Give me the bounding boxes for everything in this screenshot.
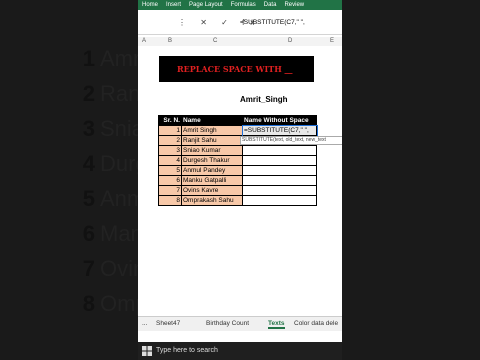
table-cell[interactable]: Ovins Kavre bbox=[181, 185, 243, 196]
ribbon-tab[interactable]: Home bbox=[138, 0, 162, 10]
bg-row-number: 3 bbox=[82, 116, 95, 141]
sheet-tab[interactable]: Color data dele bbox=[294, 320, 338, 327]
taskbar: Type here to search bbox=[138, 342, 342, 360]
table-cell[interactable] bbox=[242, 185, 317, 196]
ribbon-tab[interactable]: Data bbox=[260, 0, 281, 10]
table-cell[interactable]: Ranjit Sahu bbox=[181, 135, 243, 146]
header-cell: Sr. N. bbox=[158, 115, 182, 126]
table-cell[interactable]: Omprakash Sahu bbox=[181, 195, 243, 206]
table-cell[interactable] bbox=[242, 175, 317, 186]
table-row: 5 Anmul Pandey bbox=[158, 165, 317, 176]
table-cell[interactable]: Sniao Kumar bbox=[181, 145, 243, 156]
table-row: 4 Durgesh Thakur bbox=[158, 155, 317, 166]
ribbon-tabs: Home Insert Page Layout Formulas Data Review bbox=[138, 0, 342, 10]
windows-start-icon[interactable] bbox=[142, 346, 152, 356]
table-cell[interactable]: 1 bbox=[158, 125, 182, 136]
banner-text: REPLACE SPACE WITH __ bbox=[177, 64, 293, 74]
table-cell[interactable]: 4 bbox=[158, 155, 182, 166]
bg-row-number: 1 bbox=[82, 46, 95, 71]
ribbon-tab[interactable]: Review bbox=[280, 0, 308, 10]
table-row: 6 Manku Gatpalli bbox=[158, 175, 317, 186]
sheet-tab[interactable]: Sheet47 bbox=[156, 320, 180, 327]
bg-row-number: 5 bbox=[82, 186, 95, 211]
sheet-tab[interactable]: Birthday Count bbox=[206, 320, 249, 327]
function-tooltip: SUBSTITUTE(text, old_text, new_text bbox=[240, 136, 342, 145]
table-cell[interactable] bbox=[242, 145, 317, 156]
ribbon-tab[interactable]: Page Layout bbox=[185, 0, 227, 10]
table-cell[interactable] bbox=[242, 195, 317, 206]
header-cell: Name bbox=[181, 115, 243, 126]
table-cell[interactable]: 2 bbox=[158, 135, 182, 146]
table-cell[interactable]: 6 bbox=[158, 175, 182, 186]
column-header[interactable]: D bbox=[288, 38, 292, 44]
sheet-tab[interactable]: Texts bbox=[268, 320, 285, 329]
table-cell[interactable]: 3 bbox=[158, 145, 182, 156]
table-cell[interactable] bbox=[242, 155, 317, 166]
table-cell[interactable]: =SUBSTITUTE(C7," ", bbox=[241, 124, 318, 137]
sheet-tabs[interactable]: ... Sheet47 Birthday Count Texts Color data … bbox=[138, 316, 342, 331]
column-header[interactable]: B bbox=[168, 38, 172, 44]
taskbar-search[interactable]: Type here to search bbox=[156, 345, 252, 357]
header-cell: Name Without Space bbox=[242, 115, 317, 126]
ribbon-tab[interactable]: Insert bbox=[162, 0, 185, 10]
bg-row-number: 8 bbox=[82, 291, 95, 316]
formula-text[interactable]: =SUBSTITUTE(C7," ", bbox=[240, 19, 305, 26]
worksheet-grid[interactable]: REPLACE SPACE WITH __ Amrit_Singh Sr. N.… bbox=[138, 46, 342, 310]
table-cell[interactable]: 7 bbox=[158, 185, 182, 196]
table-row: 1 Amrit Singh =SUBSTITUTE(C7," ", bbox=[158, 124, 318, 137]
column-header[interactable]: A bbox=[142, 38, 146, 44]
result-label: Amrit_Singh bbox=[240, 95, 288, 104]
table-cell[interactable]: Durgesh Thakur bbox=[181, 155, 243, 166]
excel-window: Home Insert Page Layout Formulas Data Review … bbox=[138, 0, 342, 360]
formula-bar[interactable]: ⋮ ✕ ✓ fx =SUBSTITUTE(C7," ", bbox=[138, 14, 342, 35]
bg-row-number: 6 bbox=[82, 221, 95, 246]
title-banner: REPLACE SPACE WITH __ bbox=[159, 56, 314, 82]
column-header[interactable]: E bbox=[330, 38, 334, 44]
table-row: 7 Ovins Kavre bbox=[158, 185, 317, 196]
bg-row-number: 2 bbox=[82, 81, 95, 106]
table-header: Sr. N. Name Name Without Space bbox=[158, 115, 317, 126]
column-header[interactable]: C bbox=[213, 38, 217, 44]
bg-row-number: 4 bbox=[82, 151, 95, 176]
table-cell[interactable] bbox=[242, 165, 317, 176]
table-cell[interactable]: Anmul Pandey bbox=[181, 165, 243, 176]
sheet-tab[interactable]: ... bbox=[142, 320, 147, 327]
table-cell[interactable]: Manku Gatpalli bbox=[181, 175, 243, 186]
data-table: Sr. N. Name Name Without Space 1 Amrit Singh… bbox=[158, 115, 318, 206]
table-cell[interactable]: 5 bbox=[158, 165, 182, 176]
table-row: 8 Omprakash Sahu bbox=[158, 195, 317, 206]
ribbon-tab[interactable]: Formulas bbox=[227, 0, 260, 10]
table-row: 3 Sniao Kumar bbox=[158, 145, 317, 156]
bg-row-number: 7 bbox=[82, 256, 95, 281]
table-cell[interactable]: 8 bbox=[158, 195, 182, 206]
table-cell[interactable]: Amrit Singh bbox=[181, 125, 243, 136]
